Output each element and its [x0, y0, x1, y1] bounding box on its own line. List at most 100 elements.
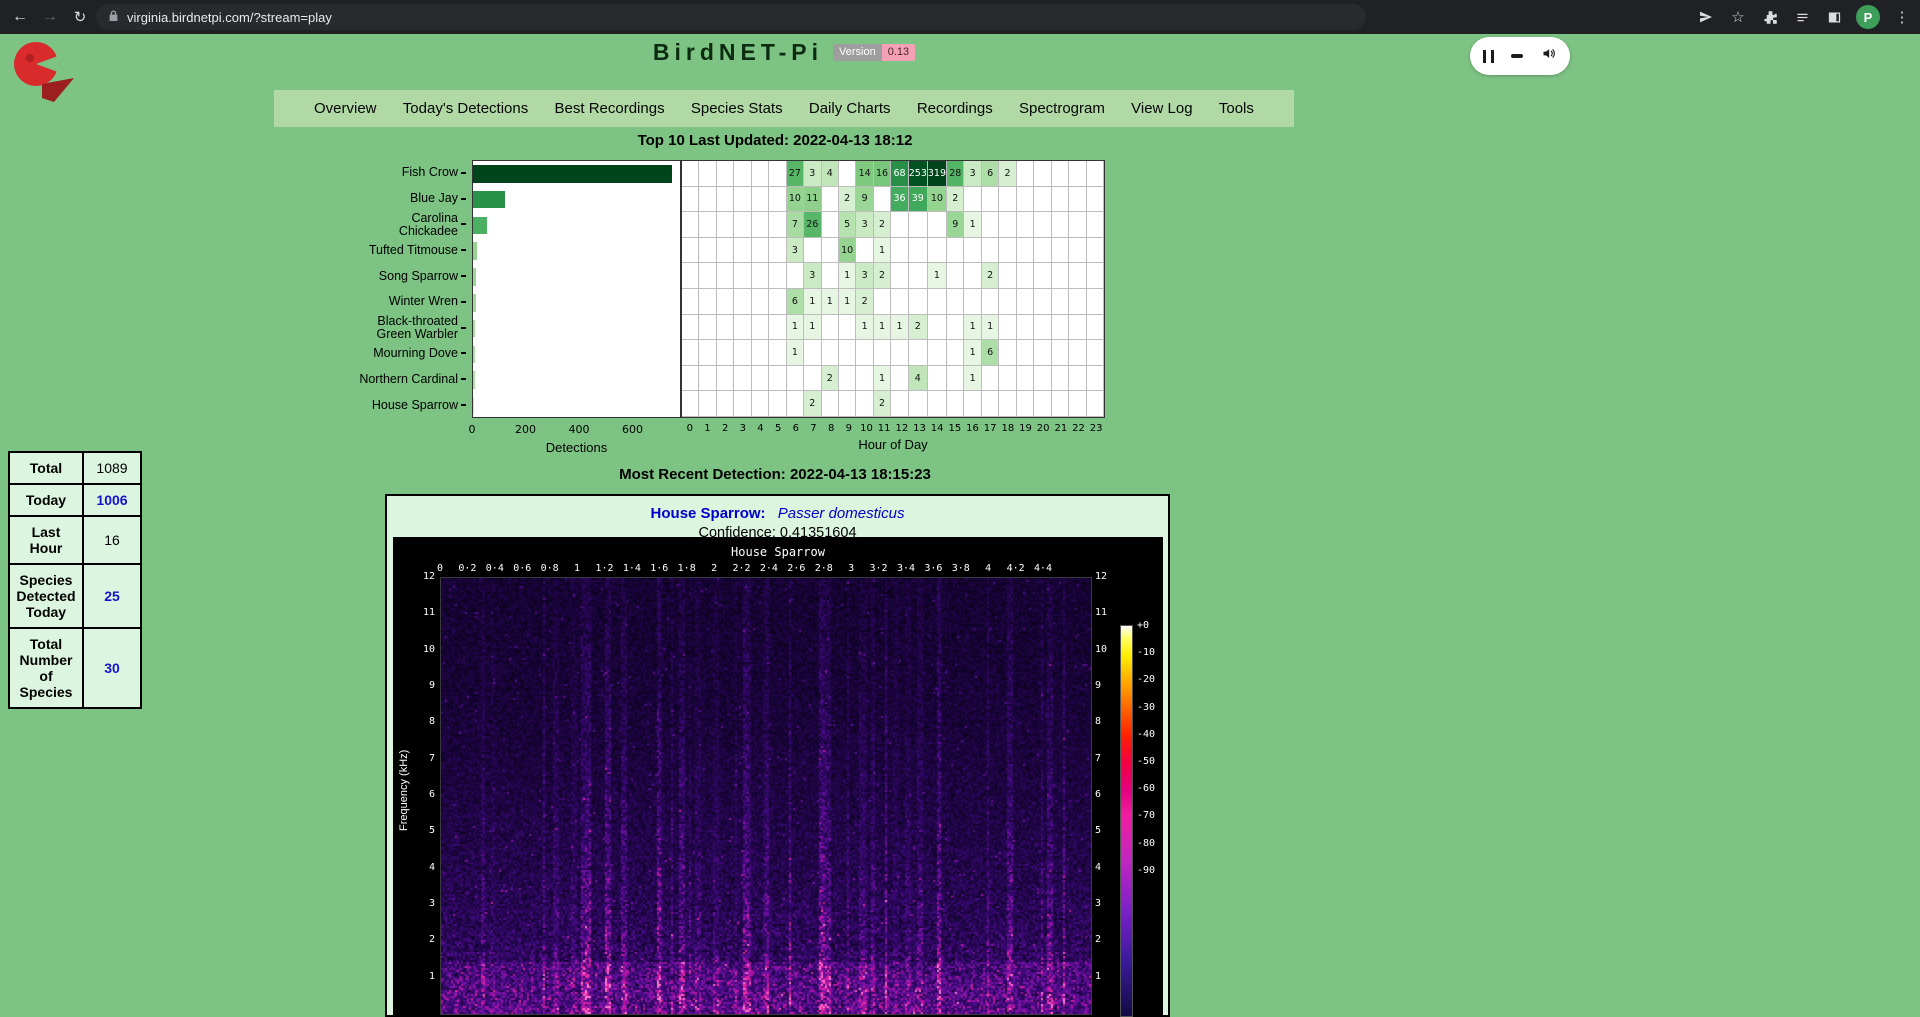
bookmark-star-icon[interactable]: ☆: [1728, 7, 1748, 27]
heat-cell: [1052, 187, 1069, 213]
heat-cell: [909, 391, 928, 417]
heat-cell: [982, 289, 999, 315]
heat-cell: [769, 289, 786, 315]
spec-y-tick: 9: [1095, 680, 1113, 691]
stat-value[interactable]: 25: [83, 564, 141, 628]
nav-item-daily-charts[interactable]: Daily Charts: [809, 100, 891, 117]
spec-x-tick: 3·8: [947, 563, 975, 574]
heat-cell: 1: [964, 340, 981, 366]
heat-cell: [787, 366, 804, 392]
heat-cell: 1: [964, 315, 981, 341]
url-bar[interactable]: virginia.birdnetpi.com/?stream=play: [96, 4, 1366, 30]
audio-player[interactable]: [1470, 37, 1570, 75]
send-icon[interactable]: [1696, 7, 1716, 27]
species-label: Fish Crow: [150, 160, 466, 186]
heat-cell: [874, 340, 891, 366]
detection-species-link[interactable]: House Sparrow:: [651, 505, 766, 522]
heat-cell: 3: [856, 263, 873, 289]
spec-x-tick: 0·2: [453, 563, 481, 574]
heat-cell: [1034, 366, 1051, 392]
back-icon[interactable]: ←: [6, 0, 34, 34]
heat-cell: [1034, 187, 1051, 213]
heat-cell: 2: [822, 366, 839, 392]
spec-db-tick: -80: [1137, 838, 1155, 849]
profile-avatar[interactable]: P: [1856, 5, 1880, 29]
heat-cell: [752, 289, 769, 315]
forward-icon[interactable]: →: [36, 0, 64, 34]
heat-cell: [856, 238, 873, 264]
heat-cell: [769, 212, 786, 238]
heat-cell: [1017, 187, 1034, 213]
heat-cell: 1: [874, 315, 891, 341]
spec-y-tick: 1: [1095, 971, 1113, 982]
heat-cell: 1: [964, 366, 981, 392]
heat-cell: [699, 161, 716, 187]
spec-x-tick: 0·6: [508, 563, 536, 574]
heat-cell: [947, 340, 964, 366]
nav-bar: Overview Today's Detections Best Recording…: [274, 90, 1294, 127]
heat-cell: [909, 289, 928, 315]
reload-icon[interactable]: ↻: [66, 0, 94, 34]
volume-icon[interactable]: [1540, 46, 1557, 66]
extensions-icon[interactable]: [1760, 7, 1780, 27]
menu-kebab-icon[interactable]: ⋮: [1892, 7, 1912, 27]
stat-value[interactable]: 1006: [83, 484, 141, 516]
heat-x-tick: 11: [875, 423, 893, 434]
heat-cell: [947, 263, 964, 289]
stat-value[interactable]: 30: [83, 628, 141, 708]
screen: ← → ↻ virginia.birdnetpi.com/?stream=pla…: [0, 0, 1920, 1017]
heat-cell: [999, 212, 1016, 238]
heat-cell: [822, 212, 839, 238]
spec-x-tick: 1·8: [673, 563, 701, 574]
heat-cell: 4: [909, 366, 928, 392]
heat-cell: [699, 263, 716, 289]
heat-cell: 3: [787, 238, 804, 264]
spec-y-tick: 6: [417, 789, 435, 800]
heat-cell: [1034, 315, 1051, 341]
heat-cell: [999, 340, 1016, 366]
heat-x-tick: 19: [1017, 423, 1035, 434]
side-panel-icon[interactable]: [1824, 7, 1844, 27]
spec-x-tick: 4: [974, 563, 1002, 574]
heat-cell: [909, 340, 928, 366]
heat-cell: [891, 366, 908, 392]
reading-list-icon[interactable]: [1792, 7, 1812, 27]
heat-cell: [1017, 161, 1034, 187]
spec-y-tick: 10: [417, 644, 435, 655]
browser-chrome: ← → ↻ virginia.birdnetpi.com/?stream=pla…: [0, 0, 1920, 34]
version-label: Version: [833, 44, 882, 61]
nav-item-spectrogram[interactable]: Spectrogram: [1019, 100, 1105, 117]
heat-cell: [717, 366, 734, 392]
nav-item-recordings[interactable]: Recordings: [917, 100, 993, 117]
detection-latin-name[interactable]: Passer domesticus: [778, 505, 905, 522]
nav-item-today-s-detections[interactable]: Today's Detections: [403, 100, 528, 117]
species-label: Mourning Dove: [150, 341, 466, 367]
spec-y-tick: 5: [417, 825, 435, 836]
top10-label: Top 10 Last Updated:: [638, 132, 789, 149]
heat-cell: 68: [891, 161, 908, 187]
stat-value: 1089: [83, 452, 141, 484]
spec-y-tick: 12: [1095, 571, 1113, 582]
heat-cell: [856, 391, 873, 417]
seek-handle[interactable]: [1511, 54, 1523, 58]
heat-x-tick: 12: [893, 423, 911, 434]
pause-icon[interactable]: [1483, 50, 1494, 63]
heat-cell: [769, 238, 786, 264]
nav-item-best-recordings[interactable]: Best Recordings: [555, 100, 665, 117]
heat-cell: [734, 391, 751, 417]
heat-cell: [999, 315, 1016, 341]
nav-item-tools[interactable]: Tools: [1219, 100, 1254, 117]
heat-cell: 1: [982, 315, 999, 341]
axis-tick: [461, 404, 466, 406]
nav-item-species-stats[interactable]: Species Stats: [691, 100, 783, 117]
heat-cell: 2: [999, 161, 1016, 187]
spec-y-tick: 1: [417, 971, 435, 982]
heat-cell: 16: [874, 161, 891, 187]
heat-cell: [1052, 212, 1069, 238]
nav-item-overview[interactable]: Overview: [314, 100, 377, 117]
nav-item-view-log[interactable]: View Log: [1131, 100, 1192, 117]
heat-cell: 3: [804, 161, 821, 187]
detections-bar: [473, 242, 477, 260]
heat-cell: [1052, 366, 1069, 392]
recent-label: Most Recent Detection:: [619, 466, 786, 483]
